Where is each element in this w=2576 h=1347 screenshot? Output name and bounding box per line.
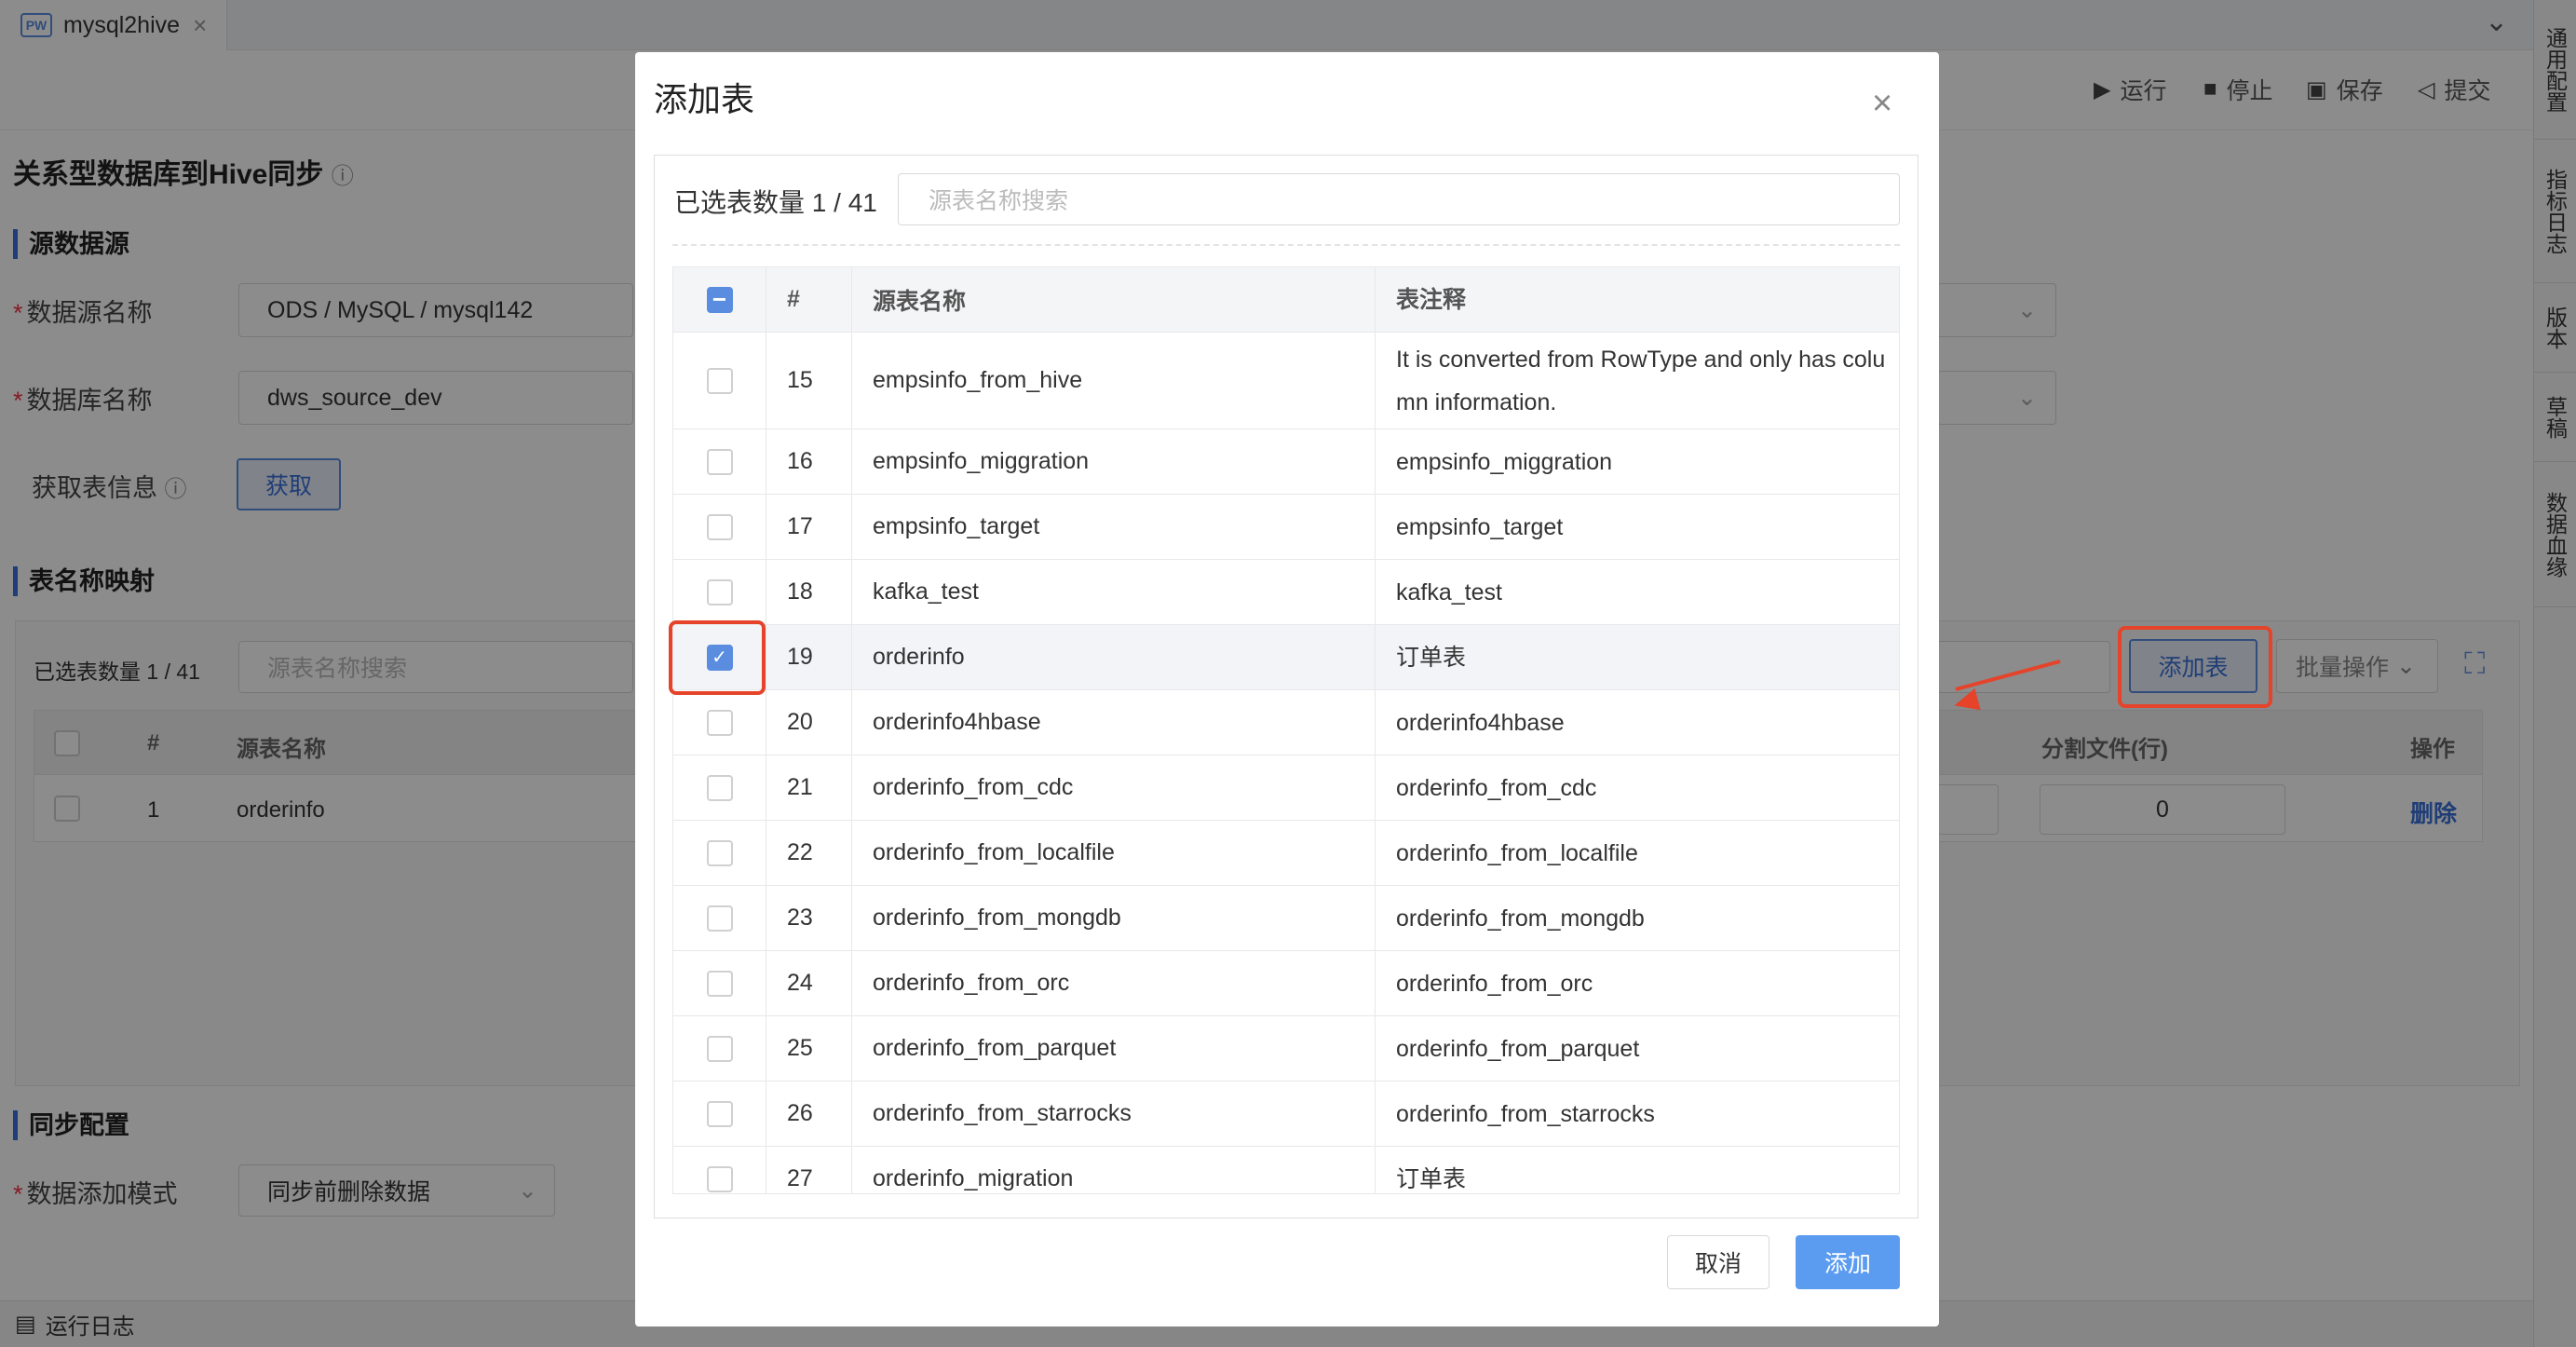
table-row[interactable]: 27 orderinfo_migration 订单表	[673, 1147, 1899, 1193]
col-name: 源表名称	[852, 267, 1376, 332]
row-comment: kafka_test	[1396, 578, 1502, 605]
row-num: 25	[766, 1016, 852, 1081]
row-comment: empsinfo_target	[1396, 513, 1564, 540]
select-all-checkbox[interactable]: −	[706, 285, 733, 313]
row-num: 19	[766, 625, 852, 689]
row-comment: 订单表	[1396, 644, 1467, 671]
table-row[interactable]: ✓ 19 orderinfo 订单表	[673, 625, 1899, 690]
row-checkbox[interactable]	[706, 448, 733, 475]
row-num: 18	[766, 560, 852, 624]
table-list: − # 源表名称 表注释 15 empsinfo_from_hive It is c…	[672, 266, 1900, 1194]
table-row[interactable]: 20 orderinfo4hbase orderinfo4hbase	[673, 690, 1899, 755]
row-checkbox[interactable]	[706, 513, 733, 540]
row-name: orderinfo4hbase	[852, 690, 1376, 755]
row-num: 15	[766, 333, 852, 429]
row-checkbox[interactable]	[706, 1100, 733, 1127]
row-num: 21	[766, 755, 852, 820]
row-num: 27	[766, 1147, 852, 1193]
row-name: empsinfo_miggration	[852, 429, 1376, 494]
row-checkbox[interactable]	[706, 774, 733, 801]
row-comment: orderinfo_from_parquet	[1396, 1035, 1640, 1062]
row-checkbox[interactable]	[706, 1035, 733, 1062]
row-checkbox[interactable]	[706, 839, 733, 866]
row-comment: 订单表	[1396, 1165, 1467, 1192]
row-name: empsinfo_from_hive	[852, 333, 1376, 429]
table-row[interactable]: 23 orderinfo_from_mongdb orderinfo_from_mo…	[673, 886, 1899, 951]
row-name: orderinfo_from_starrocks	[852, 1082, 1376, 1146]
row-name: orderinfo_from_parquet	[852, 1016, 1376, 1081]
row-name: orderinfo_migration	[852, 1147, 1376, 1193]
cancel-button[interactable]: 取消	[1667, 1235, 1769, 1289]
row-name: orderinfo_from_orc	[852, 951, 1376, 1015]
row-name: empsinfo_target	[852, 495, 1376, 559]
table-row[interactable]: 15 empsinfo_from_hive It is converted from…	[673, 333, 1899, 429]
row-comment: It is converted from RowType and only ha…	[1396, 346, 1886, 415]
row-name: orderinfo	[852, 625, 1376, 689]
table-search-input[interactable]: 源表名称搜索	[898, 173, 1900, 225]
row-name: orderinfo_from_mongdb	[852, 886, 1376, 950]
row-name: orderinfo_from_localfile	[852, 821, 1376, 885]
selected-count: 已选表数量 1 / 41	[674, 188, 877, 217]
row-num: 23	[766, 886, 852, 950]
table-row[interactable]: 26 orderinfo_from_starrocks orderinfo_from…	[673, 1082, 1899, 1147]
table-row[interactable]: 16 empsinfo_miggration empsinfo_miggration	[673, 429, 1899, 495]
table-row[interactable]: 18 kafka_test kafka_test	[673, 560, 1899, 625]
divider	[672, 244, 1900, 246]
row-num: 17	[766, 495, 852, 559]
row-comment: empsinfo_miggration	[1396, 448, 1613, 475]
row-num: 26	[766, 1082, 852, 1146]
row-num: 20	[766, 690, 852, 755]
row-num: 22	[766, 821, 852, 885]
row-comment: orderinfo_from_cdc	[1396, 774, 1597, 801]
highlight-annotation	[2118, 626, 2272, 708]
close-icon[interactable]: ×	[1872, 84, 1892, 124]
table-row[interactable]: 22 orderinfo_from_localfile orderinfo_from…	[673, 821, 1899, 886]
table-header: − # 源表名称 表注释	[673, 267, 1899, 333]
row-name: orderinfo_from_cdc	[852, 755, 1376, 820]
table-row[interactable]: 25 orderinfo_from_parquet orderinfo_from_p…	[673, 1016, 1899, 1082]
row-num: 24	[766, 951, 852, 1015]
row-checkbox[interactable]	[706, 367, 733, 394]
table-row[interactable]: 21 orderinfo_from_cdc orderinfo_from_cdc	[673, 755, 1899, 821]
row-name: kafka_test	[852, 560, 1376, 624]
row-comment: orderinfo4hbase	[1396, 709, 1565, 736]
row-num: 16	[766, 429, 852, 494]
row-checkbox[interactable]	[706, 970, 733, 997]
row-comment: orderinfo_from_mongdb	[1396, 905, 1645, 932]
table-row[interactable]: 17 empsinfo_target empsinfo_target	[673, 495, 1899, 560]
col-num: #	[766, 267, 852, 332]
modal-title: 添加表	[654, 80, 755, 118]
row-checkbox[interactable]	[706, 578, 733, 605]
add-button[interactable]: 添加	[1796, 1235, 1900, 1289]
row-comment: orderinfo_from_starrocks	[1396, 1100, 1655, 1127]
table-row[interactable]: 24 orderinfo_from_orc orderinfo_from_orc	[673, 951, 1899, 1016]
row-checkbox[interactable]	[706, 905, 733, 932]
row-comment: orderinfo_from_localfile	[1396, 839, 1638, 866]
row-checkbox[interactable]	[706, 1165, 733, 1192]
highlight-annotation	[669, 620, 766, 695]
col-comment: 表注释	[1396, 286, 1467, 313]
row-comment: orderinfo_from_orc	[1396, 970, 1593, 997]
row-checkbox[interactable]	[706, 709, 733, 736]
